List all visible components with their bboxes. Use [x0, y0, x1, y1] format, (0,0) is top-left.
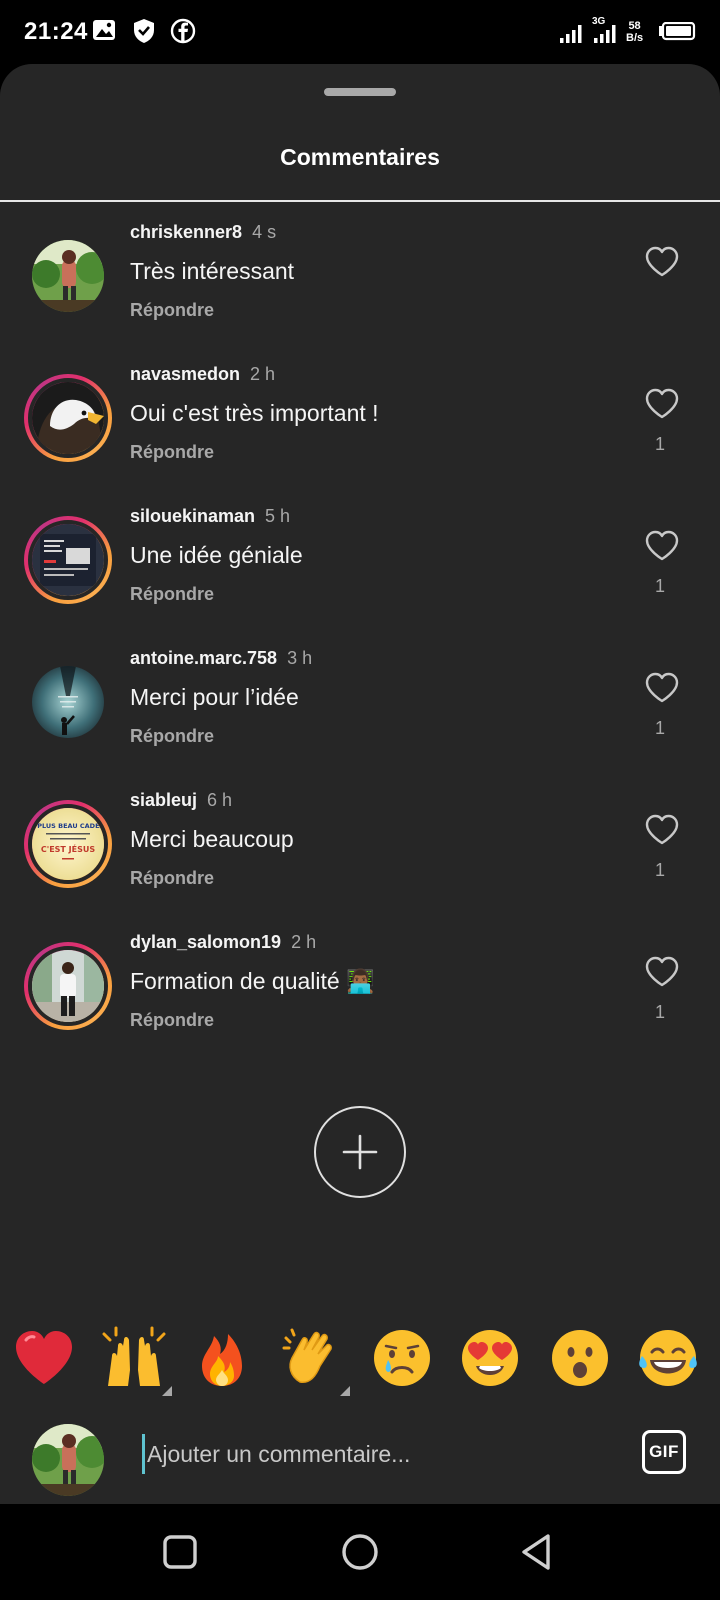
comment-username[interactable]: antoine.marc.758 3 h — [130, 648, 312, 669]
navigation-bar — [0, 1504, 720, 1600]
heart-icon[interactable] — [644, 386, 680, 422]
heart-icon[interactable] — [644, 244, 680, 280]
drag-handle[interactable] — [324, 88, 396, 96]
avatar[interactable] — [24, 516, 112, 604]
divider — [0, 200, 720, 202]
back-icon[interactable] — [514, 1528, 562, 1576]
reply-button[interactable]: Répondre — [130, 584, 214, 605]
comment-item: silouekinaman 5 h Une idée géniale Répond… — [0, 504, 720, 646]
like-count: 1 — [654, 1002, 665, 1022]
comment-username[interactable]: dylan_salomon19 2 h — [130, 932, 316, 953]
network-speed: 58 B/s — [626, 20, 644, 44]
battery-icon — [658, 21, 696, 47]
emoji-bar — [0, 1322, 720, 1402]
comment-item: antoine.marc.758 3 h Merci pour l’idée Ré… — [0, 646, 720, 788]
emoji-crying-face[interactable] — [370, 1326, 434, 1390]
emoji-laughing-tears[interactable] — [636, 1326, 700, 1390]
comment-username[interactable]: navasmedon 2 h — [130, 364, 275, 385]
svg-text:LE PLUS BEAU CADEAU: LE PLUS BEAU CADEAU — [32, 822, 104, 830]
heart-icon[interactable] — [644, 812, 680, 848]
comment-time: 2 h — [250, 364, 276, 384]
comment-text: Oui c'est très important ! — [130, 400, 379, 426]
avatar[interactable] — [24, 374, 112, 462]
signal-icon — [560, 22, 588, 49]
comment-time: 3 h — [287, 648, 313, 668]
shield-icon — [132, 18, 156, 49]
comment-text: Merci pour l’idée — [130, 684, 299, 710]
emoji-raising-hands[interactable] — [102, 1326, 172, 1396]
reply-button[interactable]: Répondre — [130, 300, 214, 321]
emoji-clapping-hands[interactable] — [280, 1326, 350, 1396]
reply-button[interactable]: Répondre — [130, 442, 214, 463]
add-comment-button[interactable] — [314, 1106, 406, 1198]
like-count: 1 — [654, 860, 665, 880]
avatar[interactable] — [24, 942, 112, 1030]
facebook-icon — [170, 18, 196, 49]
emoji-fire[interactable] — [190, 1326, 254, 1390]
avatar[interactable]: LE PLUS BEAU CADEAU C'EST JÉSUS — [24, 800, 112, 888]
emoji-surprised-face[interactable] — [548, 1326, 612, 1390]
reply-button[interactable]: Répondre — [130, 868, 214, 889]
comment-text: Formation de qualité 👨🏾‍💻 — [130, 968, 375, 994]
skin-tone-indicator — [340, 1386, 350, 1396]
home-icon[interactable] — [336, 1528, 384, 1576]
emoji-heart[interactable] — [12, 1326, 76, 1390]
heart-icon[interactable] — [644, 954, 680, 990]
comment-time: 4 s — [252, 222, 277, 242]
comment-username[interactable]: silouekinaman 5 h — [130, 506, 290, 527]
plus-icon — [342, 1134, 378, 1170]
comments-sheet: Commentaires chriskenner8 4 s Très intére… — [0, 64, 720, 1504]
comment-time: 5 h — [265, 506, 291, 526]
like-count: 1 — [654, 576, 665, 596]
comment-username[interactable]: siableuj 6 h — [130, 790, 232, 811]
comment-item: LE PLUS BEAU CADEAU C'EST JÉSUS siableuj6… — [0, 788, 720, 930]
avatar[interactable] — [24, 232, 112, 320]
avatar[interactable] — [24, 658, 112, 746]
image-icon — [92, 18, 116, 47]
comment-text: Merci beaucoup — [130, 826, 294, 852]
status-time: 21:24 — [24, 18, 88, 45]
comment-time: 6 h — [207, 790, 233, 810]
page-title: Commentaires — [280, 144, 440, 170]
signal-icon — [594, 22, 622, 49]
like-count: 1 — [654, 434, 665, 454]
skin-tone-indicator — [162, 1386, 172, 1396]
comment-username[interactable]: chriskenner8 4 s — [130, 222, 276, 243]
avatar[interactable] — [24, 1416, 112, 1504]
comment-text: Une idée géniale — [130, 542, 303, 568]
status-bar: 21:24 3G 58 B/s — [0, 0, 720, 64]
recents-icon[interactable] — [156, 1528, 204, 1576]
like-count: 1 — [654, 718, 665, 738]
gif-button[interactable]: GIF — [642, 1430, 686, 1474]
reply-button[interactable]: Répondre — [130, 1010, 214, 1031]
comment-composer: Ajouter un commentaire... GIF — [0, 1402, 720, 1504]
comment-text: Très intéressant — [130, 258, 295, 284]
reply-button[interactable]: Répondre — [130, 726, 214, 747]
heart-icon[interactable] — [644, 670, 680, 706]
comment-time: 2 h — [291, 932, 317, 952]
comment-input[interactable]: Ajouter un commentaire... — [142, 1434, 602, 1474]
svg-text:C'EST JÉSUS: C'EST JÉSUS — [41, 843, 95, 854]
heart-icon[interactable] — [644, 528, 680, 564]
emoji-heart-eyes[interactable] — [458, 1326, 522, 1390]
comment-item: navasmedon 2 h Oui c'est très important !… — [0, 362, 720, 504]
comment-item: dylan_salomon19 2 h Formation de qualité … — [0, 930, 720, 1072]
comment-item: chriskenner8 4 s Très intéressant Répondr… — [0, 220, 720, 362]
